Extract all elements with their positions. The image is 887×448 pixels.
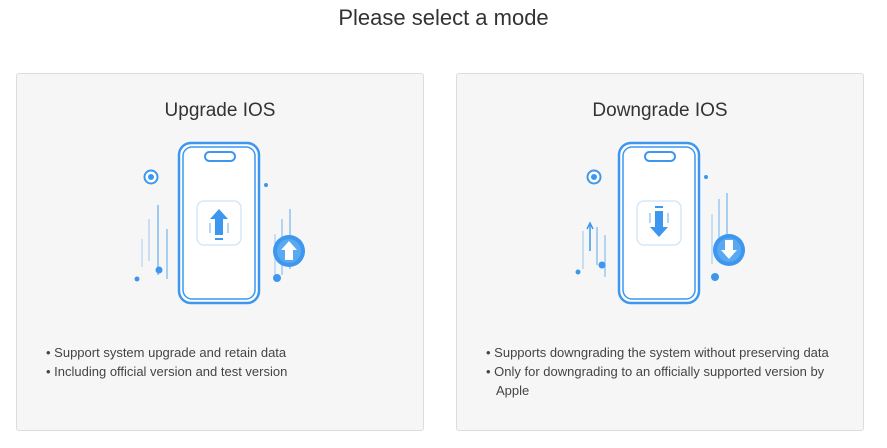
downgrade-feature-item: Supports downgrading the system without …	[486, 343, 836, 362]
downgrade-feature-item: Only for downgrading to an officially su…	[486, 362, 836, 400]
upgrade-ios-card[interactable]: Upgrade IOS • Support system upgrade and…	[16, 73, 424, 431]
downgrade-ios-title: Downgrade IOS	[592, 100, 728, 121]
phone-upgrade-arrow-icon	[134, 141, 305, 305]
phone-downgrade-arrow-icon	[575, 141, 745, 305]
upgrade-feature-item: Support system upgrade and retain data	[46, 343, 396, 362]
downgrade-ios-card[interactable]: Downgrade IOS • Supports downgrading the…	[456, 73, 864, 431]
downgrade-feature-list: Supports downgrading the system without …	[486, 343, 836, 400]
mode-select-page: Please select a mode Upgrade IOS • Suppo…	[0, 0, 887, 448]
upgrade-feature-item: Including official version and test vers…	[46, 362, 396, 381]
upgrade-ios-title: Upgrade IOS	[164, 100, 276, 121]
upgrade-feature-list: Support system upgrade and retain data I…	[46, 343, 396, 381]
page-title: Please select a mode	[338, 5, 549, 30]
